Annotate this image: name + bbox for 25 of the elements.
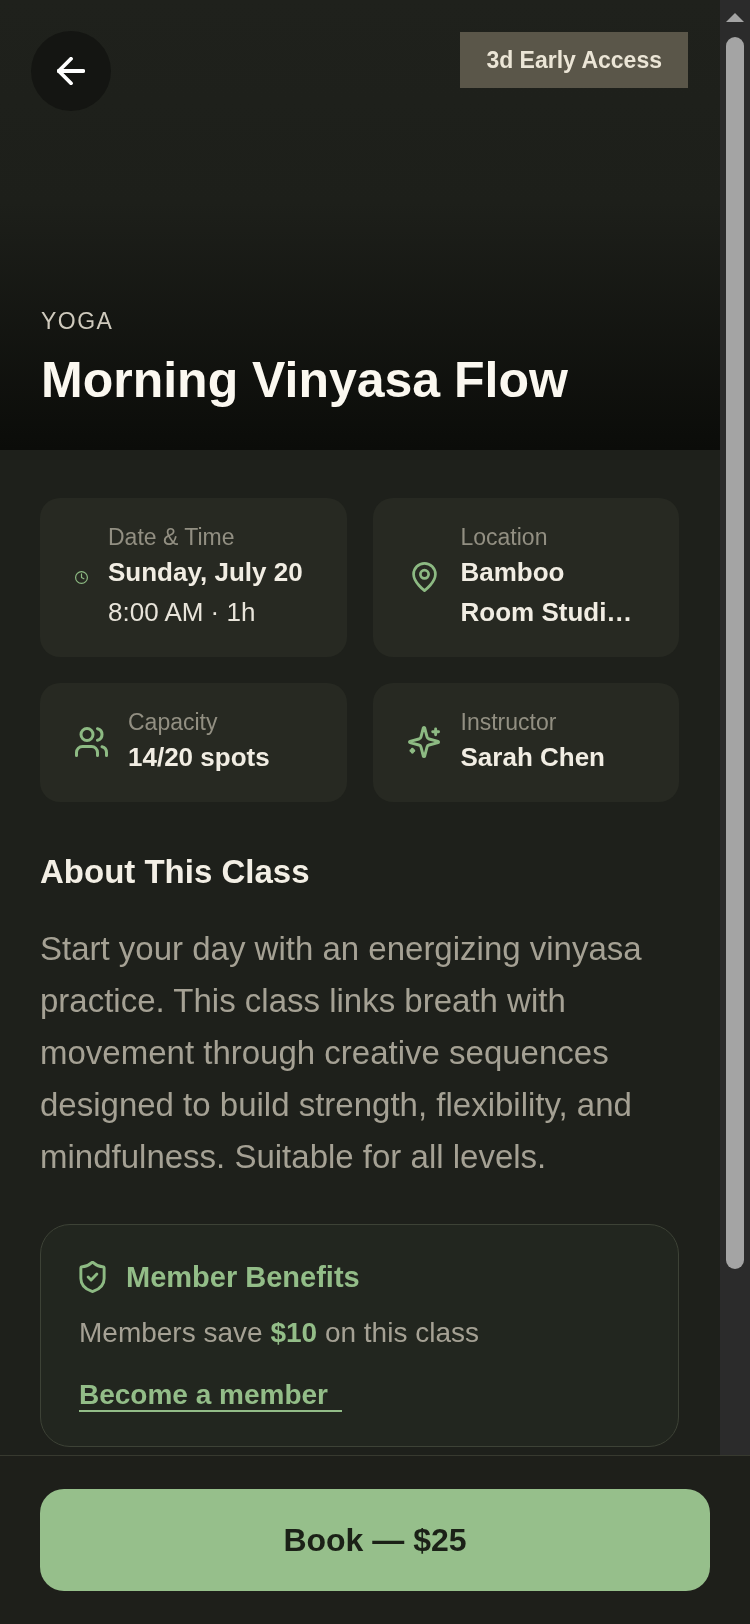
scroll-up-arrow-icon[interactable] <box>726 13 744 22</box>
info-label: Date & Time <box>108 523 236 552</box>
info-value: Sunday, July 20 <box>108 556 304 589</box>
info-label: Instructor <box>460 708 558 737</box>
info-label: Location <box>460 523 549 552</box>
scrollbar-thumb[interactable] <box>726 37 744 1269</box>
info-value: 14/20 spots <box>128 741 271 774</box>
description-text: Start your day with an energizing vinyasa practice. This class links breath with movement through creative sequences designed to build strength, flexibility, and mindfulness. Suitable for all levels. <box>40 929 643 1177</box>
map-pin-icon <box>411 562 437 592</box>
section-heading: About This Class <box>40 852 311 892</box>
book-button[interactable]: Book — $25 <box>40 1489 710 1591</box>
info-detail: 8:00 AM · 1h <box>108 596 257 629</box>
category-label: YOGA <box>41 307 115 336</box>
info-label: Capacity <box>128 708 219 737</box>
info-value: Sarah Chen <box>460 741 606 774</box>
class-title: Morning Vinyasa Flow <box>41 351 569 410</box>
benefits-title: Member Benefits <box>126 1261 360 1293</box>
shield-check-icon <box>79 1261 106 1293</box>
sparkle-icon <box>408 726 440 758</box>
become-member-link[interactable]: Become a member <box>79 1380 342 1412</box>
info-value: Bamboo Room Studi… <box>460 556 634 629</box>
early-access-badge: 3d Early Access <box>460 32 688 88</box>
benefits-text: Members save $10 on this class <box>79 1316 480 1350</box>
clock-icon <box>75 570 88 584</box>
people-icon <box>75 727 108 757</box>
